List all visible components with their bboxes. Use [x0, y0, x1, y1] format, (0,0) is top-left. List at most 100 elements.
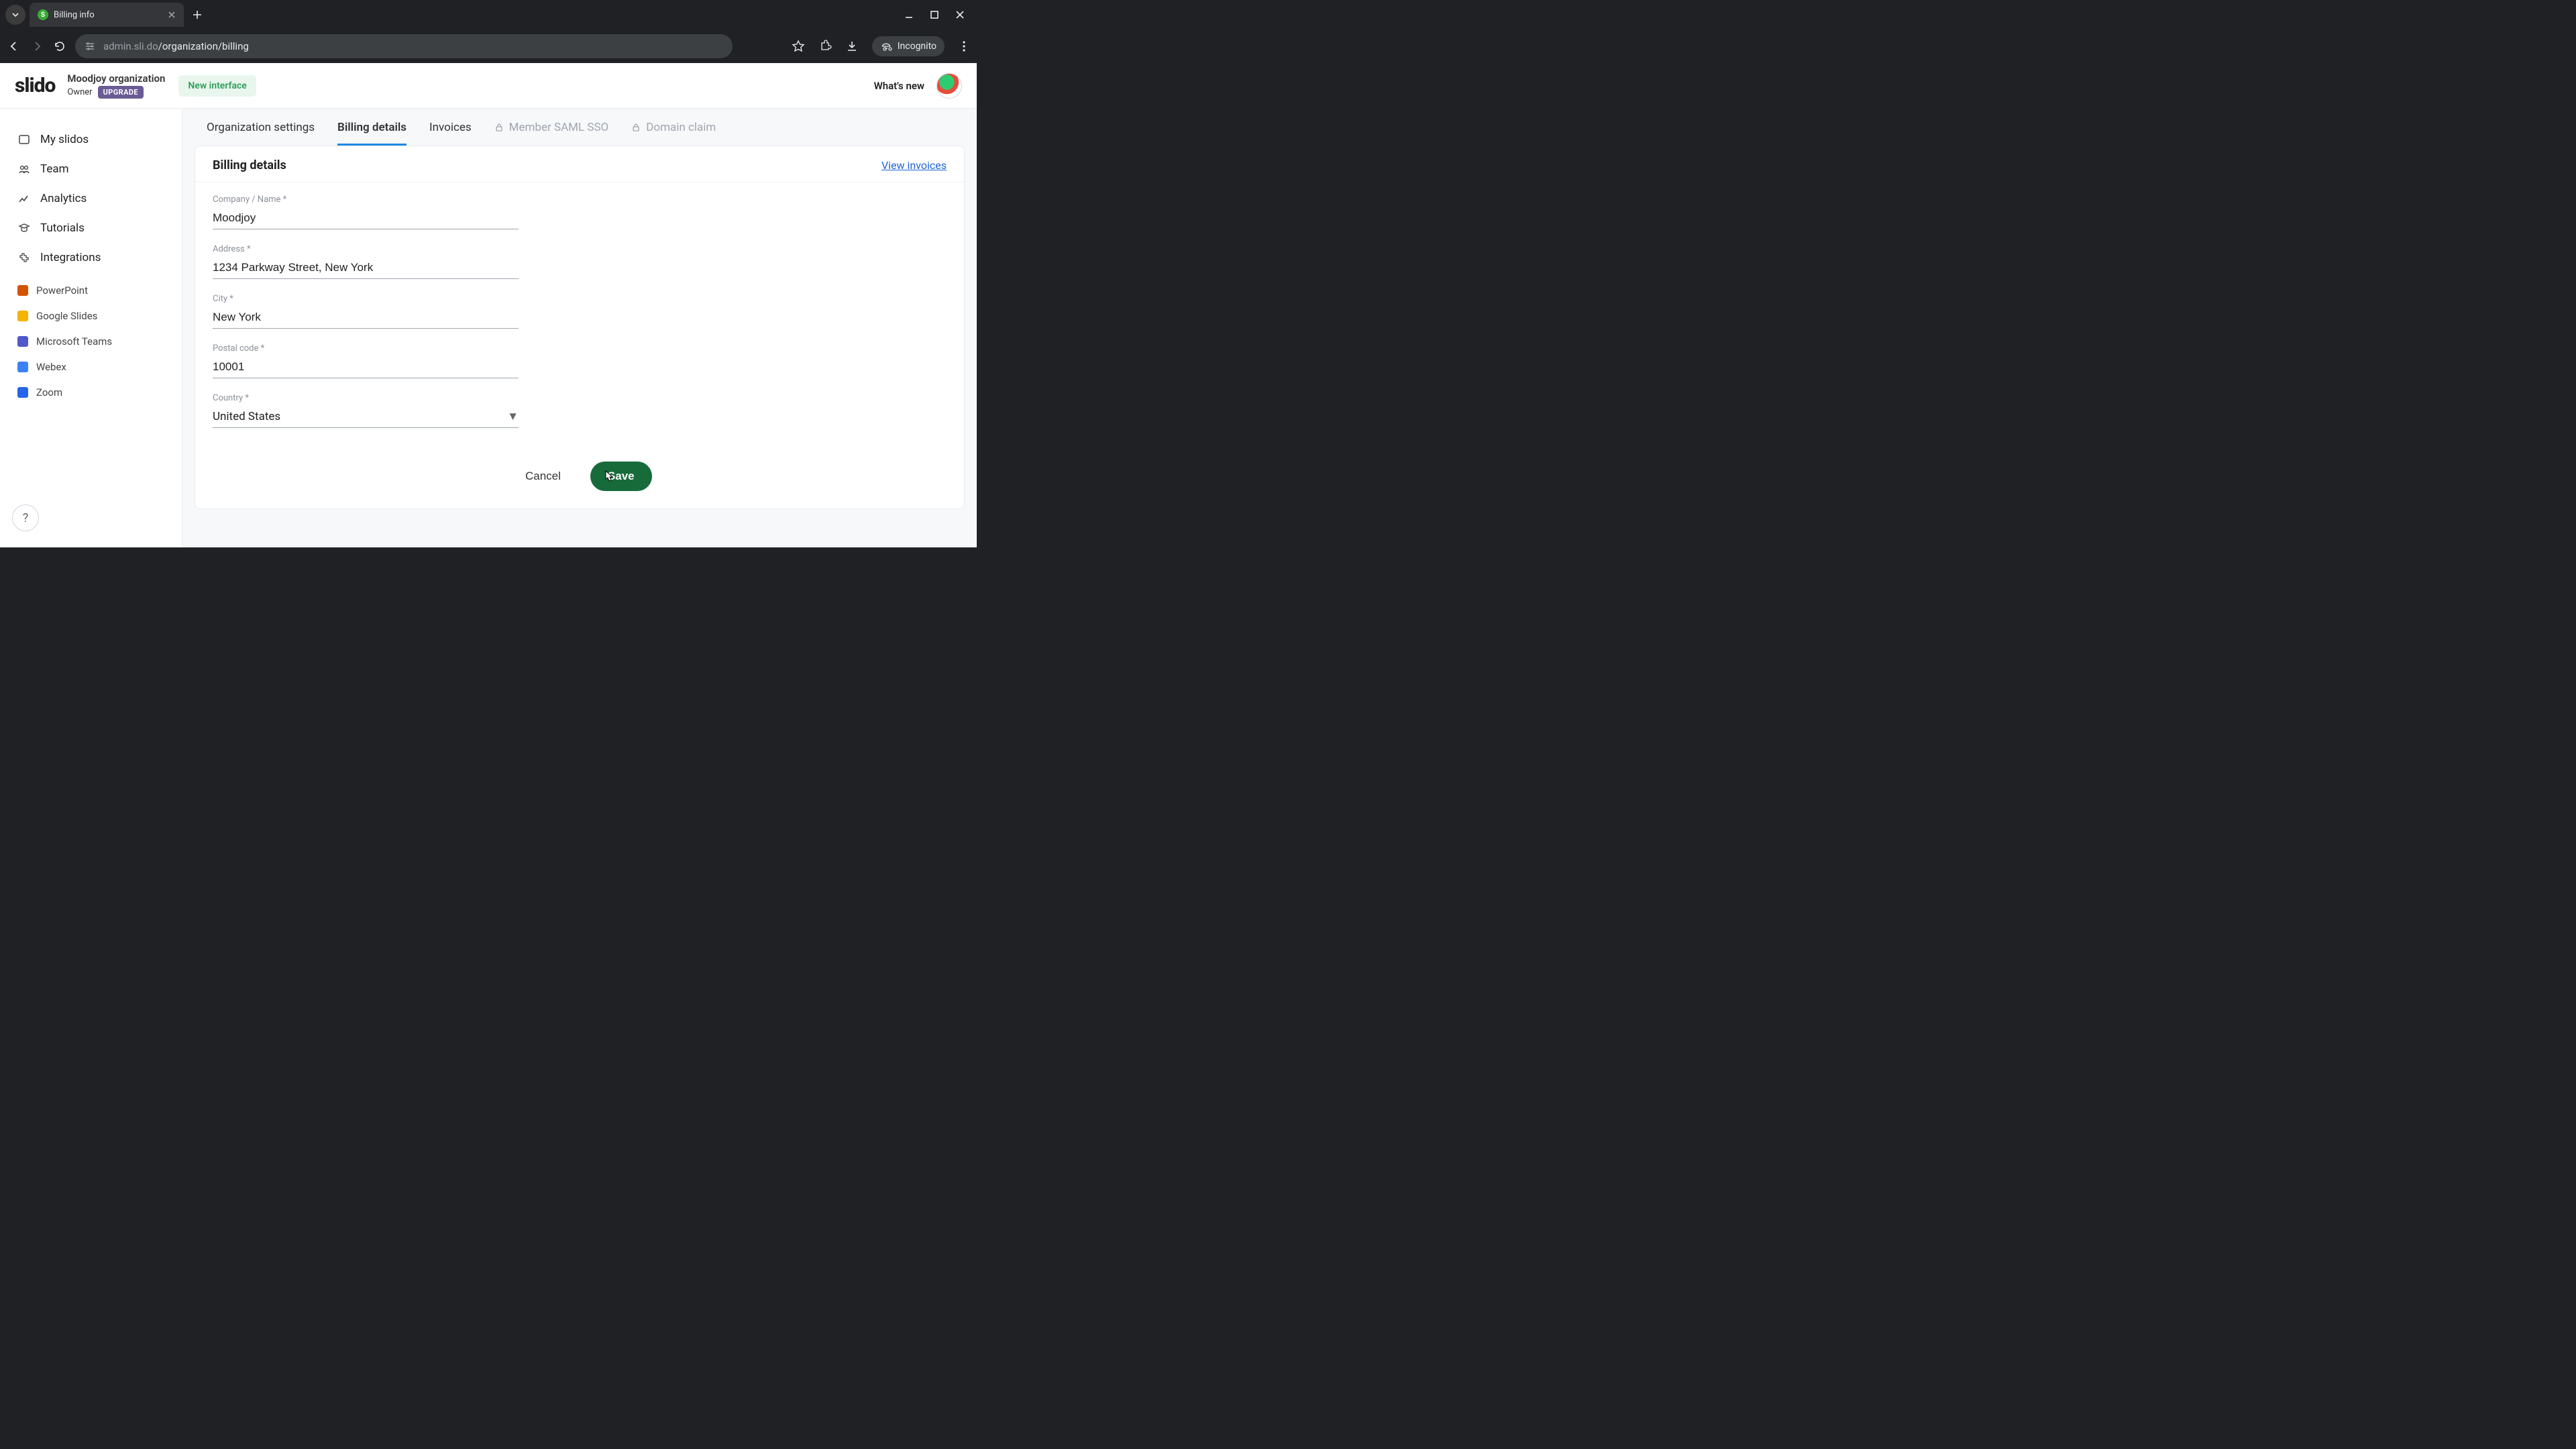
browser-menu-button[interactable]	[958, 40, 970, 52]
field-company: Company / Name *	[213, 195, 714, 229]
integration-label: Google Slides	[36, 310, 97, 322]
upgrade-badge[interactable]: UPGRADE	[98, 86, 144, 99]
window-minimize-button[interactable]	[904, 10, 914, 19]
extensions-button[interactable]	[818, 40, 832, 53]
download-icon	[845, 40, 859, 53]
address-input[interactable]	[213, 257, 519, 279]
reload-icon	[54, 40, 66, 52]
help-button[interactable]: ?	[12, 504, 39, 531]
plus-icon	[193, 10, 202, 19]
analytics-icon	[17, 193, 31, 205]
country-select[interactable]: United States ▼	[213, 406, 519, 428]
integration-zoom[interactable]: Zoom	[8, 380, 174, 405]
billing-form: Company / Name * Address * City * Postal…	[195, 182, 732, 428]
postal-input[interactable]	[213, 356, 519, 378]
form-actions: Cancel Save	[490, 443, 964, 491]
downloads-button[interactable]	[845, 40, 859, 53]
url-path: /organization/billing	[158, 40, 249, 52]
sidebar-item-tutorials[interactable]: Tutorials	[8, 213, 174, 243]
google-slides-icon	[17, 311, 28, 321]
kebab-icon	[958, 40, 970, 52]
cancel-button[interactable]: Cancel	[508, 462, 578, 491]
tune-icon	[85, 41, 95, 52]
tab-close-button[interactable]	[168, 11, 176, 19]
tab-domain-claim[interactable]: Domain claim	[631, 121, 716, 146]
url-host: admin.sli.do	[103, 40, 158, 52]
field-country: Country * United States ▼	[213, 393, 714, 428]
tab-org-settings[interactable]: Organization settings	[207, 121, 315, 146]
sidebar-item-analytics[interactable]: Analytics	[8, 184, 174, 213]
sidebar-item-label: Analytics	[40, 192, 87, 205]
org-sub: Owner UPGRADE	[67, 86, 165, 99]
tab-billing-details[interactable]: Billing details	[337, 121, 407, 146]
integration-webex[interactable]: Webex	[8, 354, 174, 380]
integration-label: Webex	[36, 361, 66, 373]
close-icon	[955, 10, 965, 19]
tab-bar: S Billing info	[0, 0, 977, 30]
site-settings-icon[interactable]	[85, 41, 95, 52]
city-input[interactable]	[213, 307, 519, 329]
url-field[interactable]: admin.sli.do/organization/billing	[75, 34, 733, 58]
nav-reload-button[interactable]	[52, 39, 67, 54]
window-close-button[interactable]	[955, 10, 965, 19]
tutorials-icon	[17, 222, 31, 234]
help-label: ?	[23, 511, 29, 525]
tab-label: Organization settings	[207, 121, 315, 134]
bookmark-button[interactable]	[792, 40, 805, 53]
lock-icon	[631, 123, 641, 132]
company-input[interactable]	[213, 207, 519, 229]
incognito-chip[interactable]: Incognito	[872, 36, 945, 56]
integration-google-slides[interactable]: Google Slides	[8, 303, 174, 329]
nav-forward-button[interactable]	[30, 39, 44, 54]
app-header: slido Moodjoy organization Owner UPGRADE…	[0, 63, 977, 109]
tab-label: Member SAML SSO	[509, 121, 609, 134]
integration-powerpoint[interactable]: PowerPoint	[8, 278, 174, 303]
address-bar-actions: Incognito	[792, 36, 970, 56]
nav-back-button[interactable]	[7, 39, 21, 54]
sidebar-item-label: My slidos	[40, 133, 89, 146]
avatar[interactable]	[936, 73, 962, 99]
maximize-icon	[930, 10, 939, 19]
zoom-icon	[17, 387, 28, 398]
tab-invoices[interactable]: Invoices	[429, 121, 472, 146]
new-interface-badge[interactable]: New interface	[178, 75, 256, 97]
app-body: My slidos Team Analytics Tutorials Integ…	[0, 109, 977, 547]
favicon-icon: S	[38, 9, 48, 20]
view-invoices-link[interactable]: View invoices	[881, 159, 947, 172]
whats-new-link[interactable]: What's new	[874, 80, 924, 92]
integration-label: PowerPoint	[36, 284, 88, 297]
tab-label: Invoices	[429, 121, 472, 134]
sidebar-item-team[interactable]: Team	[8, 154, 174, 184]
content: Organization settings Billing details In…	[182, 109, 977, 547]
arrow-left-icon	[8, 40, 20, 52]
tab-member-saml-sso[interactable]: Member SAML SSO	[494, 121, 609, 146]
window-controls	[904, 10, 971, 19]
microsoft-teams-icon	[17, 336, 28, 347]
incognito-icon	[880, 40, 892, 52]
new-tab-button[interactable]	[188, 5, 207, 24]
field-label: City *	[213, 294, 714, 304]
cancel-label: Cancel	[525, 470, 561, 482]
app-root: slido Moodjoy organization Owner UPGRADE…	[0, 63, 977, 547]
address-bar: admin.sli.do/organization/billing Incogn…	[0, 30, 977, 63]
sidebar-item-my-slidos[interactable]: My slidos	[8, 125, 174, 154]
logo[interactable]: slido	[15, 74, 55, 97]
integration-microsoft-teams[interactable]: Microsoft Teams	[8, 329, 174, 354]
country-value: United States	[213, 410, 280, 423]
sidebar-item-integrations[interactable]: Integrations	[8, 243, 174, 272]
org-block: Moodjoy organization Owner UPGRADE	[67, 72, 165, 99]
tab-label: Billing details	[337, 121, 407, 134]
minimize-icon	[904, 10, 914, 19]
settings-tabs: Organization settings Billing details In…	[182, 109, 977, 146]
field-label: Company / Name *	[213, 195, 714, 205]
field-city: City *	[213, 294, 714, 329]
integrations-icon	[17, 252, 31, 264]
save-button[interactable]: Save	[590, 462, 652, 491]
tab-search-button[interactable]	[5, 5, 25, 25]
field-label: Postal code *	[213, 343, 714, 354]
sidebar: My slidos Team Analytics Tutorials Integ…	[0, 109, 182, 547]
browser-tab-active[interactable]: S Billing info	[30, 3, 184, 27]
integration-label: Zoom	[36, 386, 62, 398]
sidebar-item-label: Tutorials	[40, 221, 85, 235]
window-maximize-button[interactable]	[930, 10, 939, 19]
